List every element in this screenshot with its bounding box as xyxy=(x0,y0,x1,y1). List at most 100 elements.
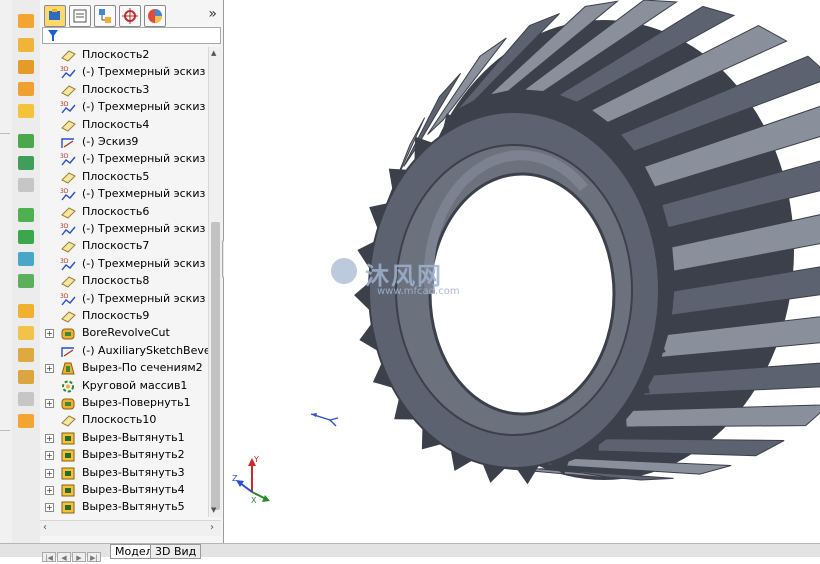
loft-boss-icon[interactable] xyxy=(18,82,34,96)
expand-toggle-icon[interactable]: + xyxy=(45,451,54,461)
tree-item[interactable]: + Вырез-Повернуть1 xyxy=(40,395,208,412)
first-tab-icon[interactable]: |◀ xyxy=(42,552,56,562)
tab-configuration-manager[interactable] xyxy=(94,5,116,27)
draft-icon[interactable] xyxy=(18,326,34,340)
tree-item[interactable]: 3D (-) Трехмерный эскиз xyxy=(40,151,208,168)
tree-item[interactable]: Плоскость6 xyxy=(40,204,208,221)
property-manager-icon xyxy=(73,9,87,23)
svg-text:3D: 3D xyxy=(60,101,69,108)
tree-item[interactable]: + Вырез-Вытянуть4 xyxy=(40,482,208,499)
more-tabs-chevron-icon[interactable]: » xyxy=(208,6,217,22)
next-tab-icon[interactable]: ▶ xyxy=(72,552,86,562)
tree-item[interactable]: Плоскость10 xyxy=(40,412,208,429)
tree-item[interactable]: Плоскость8 xyxy=(40,273,208,290)
expand-toggle-icon[interactable]: + xyxy=(45,433,54,443)
expand-toggle-icon[interactable]: + xyxy=(45,399,54,408)
tree-filter-input[interactable] xyxy=(42,27,221,44)
fillet-icon[interactable] xyxy=(18,252,34,266)
extrude-boss-icon[interactable] xyxy=(18,14,34,28)
mirror-icon[interactable] xyxy=(18,414,34,428)
plane-icon xyxy=(60,239,76,254)
rib-icon[interactable] xyxy=(18,304,34,318)
tree-item[interactable]: Плоскость7 xyxy=(40,238,208,255)
tree-horizontal-scrollbar[interactable]: ‹ › xyxy=(40,520,221,536)
sweep-boss-icon[interactable] xyxy=(18,60,34,74)
expand-toggle-icon[interactable]: + xyxy=(45,364,54,374)
extrude-cut-icon xyxy=(60,500,76,515)
panel-tab-bar: » xyxy=(40,2,223,28)
tree-item[interactable]: Плоскость3 xyxy=(40,82,208,99)
svg-text:3D: 3D xyxy=(60,188,69,195)
scroll-up-icon[interactable]: ▲ xyxy=(211,49,216,57)
boundary-cut-icon[interactable] xyxy=(18,230,34,244)
gear-tooth-tip xyxy=(516,465,540,485)
tree-item[interactable]: Круговой массив1 xyxy=(40,378,208,395)
tree-vertical-scrollbar[interactable]: ▲ ▼ xyxy=(208,47,222,517)
svg-text:3D: 3D xyxy=(60,293,69,300)
tree-item[interactable]: 3D (-) Трехмерный эскиз xyxy=(40,291,208,308)
tree-item-label: (-) Эскиз9 xyxy=(82,135,139,148)
plane-icon xyxy=(60,205,76,220)
tree-item[interactable]: Плоскость4 xyxy=(40,117,208,134)
svg-text:3D: 3D xyxy=(60,223,69,230)
tree-item[interactable]: 3D (-) Трехмерный эскиз xyxy=(40,256,208,273)
tree-item[interactable]: 3D (-) Трехмерный эскиз xyxy=(40,221,208,238)
prev-tab-icon[interactable]: ◀ xyxy=(57,552,71,562)
tab-dimxpert-manager[interactable] xyxy=(119,5,141,27)
shell-icon[interactable] xyxy=(18,348,34,362)
expand-toggle-icon[interactable]: + xyxy=(45,486,54,495)
display-manager-icon xyxy=(148,9,162,23)
tree-item-label: (-) Трехмерный эскиз xyxy=(82,256,206,270)
tree-item[interactable]: + Вырез-Вытянуть1 xyxy=(40,430,208,447)
tree-item-label: Плоскость8 xyxy=(82,274,150,288)
tree-item[interactable]: (-) AuxiliarySketchBeve xyxy=(40,343,208,360)
expand-toggle-icon[interactable]: + xyxy=(45,503,54,513)
tree-item-label: BoreRevolveCut xyxy=(82,326,170,340)
tree-item[interactable]: 3D (-) Трехмерный эскиз xyxy=(40,64,208,81)
expand-toggle-icon[interactable]: + xyxy=(45,468,54,478)
tree-item[interactable]: + Вырез-Вытянуть5 xyxy=(40,499,208,516)
boundary-boss-icon[interactable] xyxy=(18,104,34,118)
3d-sketch-icon: 3D xyxy=(60,292,76,307)
last-tab-icon[interactable]: ▶| xyxy=(87,552,101,562)
tab-feature-manager[interactable] xyxy=(44,5,66,27)
tree-item[interactable]: Плоскость9 xyxy=(40,308,208,325)
loft-cut-icon[interactable] xyxy=(18,208,34,222)
feature-manager-icon xyxy=(49,9,60,20)
scroll-down-icon[interactable]: ▼ xyxy=(211,506,216,514)
3d-sketch-icon: 3D xyxy=(60,222,76,237)
tree-item[interactable]: 3D (-) Трехмерный эскиз xyxy=(40,99,208,116)
tree-item[interactable]: 3D (-) Трехмерный эскиз xyxy=(40,186,208,203)
graphics-viewport[interactable]: 沐风网 www.mfcad.com Y Z X xyxy=(224,0,820,543)
scroll-right-icon[interactable]: › xyxy=(210,522,214,533)
tree-item[interactable]: + Вырез-По сечениям2 xyxy=(40,360,208,377)
revolve-boss-icon[interactable] xyxy=(18,38,34,52)
scrollbar-thumb[interactable] xyxy=(211,222,220,510)
expand-toggle-icon[interactable]: + xyxy=(45,329,54,339)
revolve-cut-icon[interactable] xyxy=(18,156,34,170)
tree-item[interactable]: (-) Эскиз9 xyxy=(40,134,208,151)
wrap-icon[interactable] xyxy=(18,370,34,384)
scroll-left-icon[interactable]: ‹ xyxy=(43,522,47,533)
tree-item[interactable]: Плоскость2 xyxy=(40,47,208,64)
tree-item[interactable]: + Вырез-Вытянуть3 xyxy=(40,465,208,482)
intersect-icon[interactable] xyxy=(18,392,34,406)
linear-pattern-icon[interactable] xyxy=(18,274,34,288)
tree-item[interactable]: Плоскость5 xyxy=(40,169,208,186)
tab-property-manager[interactable] xyxy=(69,5,91,27)
tree-item[interactable]: + Вырез-Вытянуть2 xyxy=(40,447,208,464)
tab-display-manager[interactable] xyxy=(144,5,166,27)
tree-item-label: Плоскость2 xyxy=(82,48,150,61)
plane-icon xyxy=(60,413,76,428)
sweep-cut-icon[interactable] xyxy=(18,178,34,192)
extrude-cut-icon xyxy=(60,448,76,463)
strip-divider xyxy=(0,133,10,134)
plane-icon xyxy=(60,274,76,289)
revolve-cut-icon xyxy=(60,396,76,411)
tab-3d-view[interactable]: 3D Вид xyxy=(150,544,202,559)
tree-item-label: Плоскость5 xyxy=(82,169,150,183)
tree-item-label: Вырез-Повернуть1 xyxy=(82,396,191,409)
tree-item-label: Плоскость6 xyxy=(82,204,150,218)
extrude-cut-icon[interactable] xyxy=(18,134,34,148)
tree-item[interactable]: + BoreRevolveCut xyxy=(40,325,208,342)
